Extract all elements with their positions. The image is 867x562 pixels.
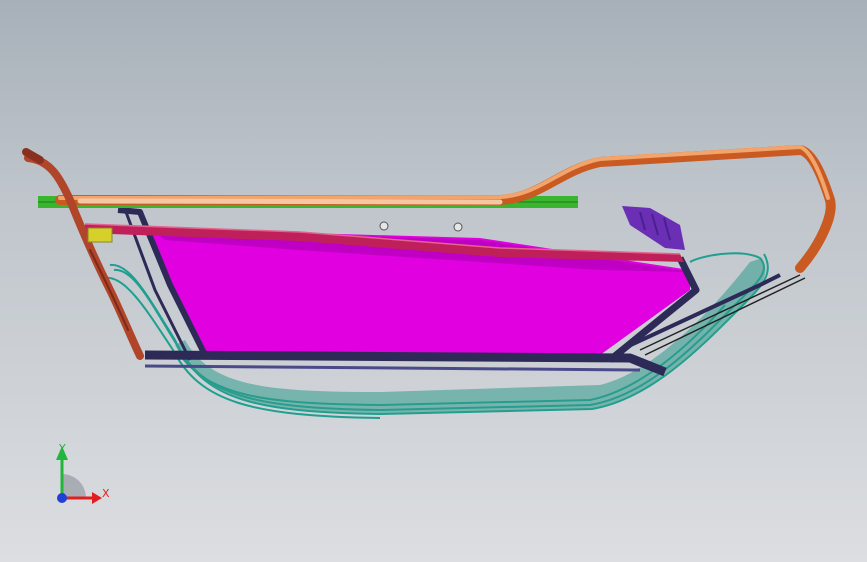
rail-fasteners (379, 221, 463, 232)
clip-bracket (622, 206, 685, 250)
hinge-bracket (87, 227, 113, 243)
cad-viewport[interactable]: Y X (0, 0, 867, 562)
orientation-triad[interactable] (40, 436, 120, 516)
z-axis-dot (57, 493, 67, 503)
x-axis-label: X (102, 487, 110, 500)
door-assembly-model[interactable] (0, 0, 867, 562)
x-axis-arrowhead (92, 492, 102, 504)
y-axis-label: Y (59, 442, 66, 455)
door-handle-rod (22, 148, 144, 360)
triad-plane-indicator (62, 474, 86, 498)
